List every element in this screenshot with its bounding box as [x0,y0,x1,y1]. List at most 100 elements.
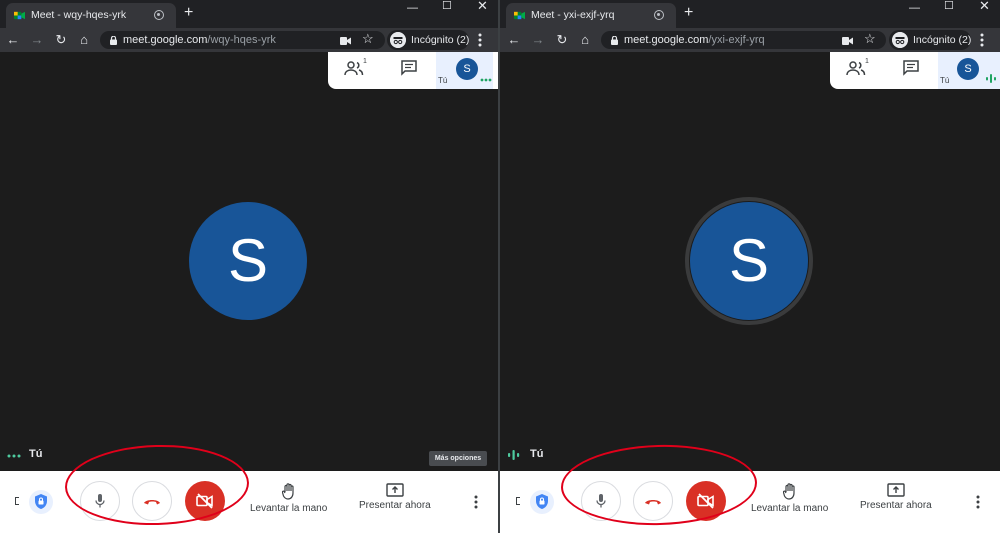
tab-strip: Meet - wqy-hqes-yrk + — ☐ ✕ [0,0,498,28]
tab-recording-icon[interactable] [154,10,164,20]
tab-recording-icon[interactable] [654,10,664,20]
self-avatar: S [456,58,478,80]
home-icon[interactable]: ⌂ [76,32,92,48]
self-tile[interactable]: S Tú [938,52,1000,89]
meeting-panel: 1 S Tú [328,52,498,89]
url-path: /yxi-exjf-yrq [708,34,765,46]
new-tab-icon[interactable]: + [684,5,693,21]
url-path: /wqy-hqes-yrk [207,34,276,46]
present-button[interactable]: Presentar ahora [860,483,932,511]
self-video-label: Tú [29,448,43,460]
url-text: meet.google.com/yxi-exjf-yrq [624,34,765,46]
lock-icon [110,36,117,45]
raise-hand-icon [782,483,795,500]
new-tab-icon[interactable]: + [184,5,193,21]
lock-icon [611,36,618,45]
browser-toolbar: ← → ↻ ⌂ meet.google.com/wqy-hqes-yrk ☆ I… [0,28,498,52]
browser-toolbar: ← → ↻ ⌂ meet.google.com/yxi-exjf-yrq ☆ I… [500,28,1000,52]
browser-window-right: Meet - yxi-exjf-yrq + — ☐ ✕ ← → ↻ ⌂ meet… [500,0,1000,533]
incognito-indicator[interactable]: Incógnito (2) [889,30,971,50]
participant-avatar: S [189,202,307,320]
chat-button[interactable] [902,60,926,80]
camera-icon[interactable] [842,37,853,45]
chat-icon [903,60,919,76]
chat-icon [401,60,417,76]
present-label: Presentar ahora [359,500,431,511]
reload-icon[interactable]: ↻ [554,32,570,48]
raise-hand-button[interactable]: Levantar la mano [751,483,828,514]
participants-button[interactable]: 1 [846,58,870,80]
browser-tab[interactable]: Meet - wqy-hqes-yrk [6,3,176,28]
star-icon[interactable]: ☆ [864,31,876,47]
people-icon [846,61,866,76]
raise-hand-icon [281,483,294,500]
meet-logo-icon [514,11,525,20]
reload-icon[interactable]: ↻ [53,32,69,48]
forward-icon[interactable]: → [29,32,45,48]
tab-title: Meet - wqy-hqes-yrk [31,9,127,21]
close-window-icon[interactable]: ✕ [979,0,990,12]
tab-strip: Meet - yxi-exjf-yrq + — ☐ ✕ [500,0,1000,28]
raise-hand-label: Levantar la mano [751,503,829,514]
audio-dots-icon [480,78,492,82]
shield-icon [35,494,47,509]
maximize-icon[interactable]: ☐ [944,0,954,12]
browser-window-left: Meet - wqy-hqes-yrk + — ☐ ✕ ← → ↻ ⌂ meet… [0,0,498,533]
maximize-icon[interactable]: ☐ [442,0,452,12]
home-icon[interactable]: ⌂ [577,32,593,48]
tab-title: Meet - yxi-exjf-yrq [531,9,615,21]
screen: Meet - wqy-hqes-yrk + — ☐ ✕ ← → ↻ ⌂ meet… [0,0,1000,533]
video-area: S Tú [500,52,1000,471]
people-icon [344,61,364,76]
participant-avatar: S [690,202,808,320]
incognito-icon [892,32,908,48]
present-icon [386,483,404,497]
self-panel-label: Tú [438,76,448,85]
participants-count: 1 [363,58,367,65]
self-avatar: S [957,58,979,80]
incognito-icon [390,32,406,48]
close-window-icon[interactable]: ✕ [477,0,488,12]
self-video-label: Tú [530,448,544,460]
self-panel-label: Tú [940,76,950,85]
raise-hand-label: Levantar la mano [250,503,328,514]
shield-icon [536,494,548,509]
browser-menu-icon[interactable] [980,33,984,47]
url-text: meet.google.com/wqy-hqes-yrk [123,34,276,46]
meeting-details-icon[interactable] [516,497,520,505]
star-icon[interactable]: ☆ [362,31,374,47]
back-icon[interactable]: ← [506,32,522,48]
url-host: meet.google.com [624,34,709,46]
participants-count: 1 [865,58,869,65]
forward-icon[interactable]: → [530,32,546,48]
more-options-icon[interactable] [976,495,980,509]
self-tile[interactable]: S Tú [436,52,493,89]
audio-level-icon [508,450,520,460]
present-label: Presentar ahora [860,500,932,511]
more-options-icon[interactable] [474,495,478,509]
audio-dots-icon [7,454,21,458]
meeting-panel: 1 S Tú [830,52,1000,89]
participants-button[interactable]: 1 [344,58,368,80]
camera-icon[interactable] [340,37,351,45]
present-button[interactable]: Presentar ahora [359,483,431,511]
browser-tab[interactable]: Meet - yxi-exjf-yrq [506,3,676,28]
incognito-indicator[interactable]: Incógnito (2) [387,30,469,50]
url-host: meet.google.com [123,34,208,46]
meet-logo-icon [14,11,25,20]
more-options-tooltip: Más opciones [429,451,487,466]
incognito-label: Incógnito (2) [411,34,470,46]
shield-button[interactable] [530,490,554,514]
minimize-icon[interactable]: — [909,2,920,14]
minimize-icon[interactable]: — [407,2,418,14]
chat-button[interactable] [400,60,424,80]
present-icon [887,483,905,497]
shield-button[interactable] [29,490,53,514]
incognito-label: Incógnito (2) [913,34,972,46]
browser-menu-icon[interactable] [478,33,482,47]
meeting-details-icon[interactable] [15,497,19,505]
audio-level-icon [986,74,996,83]
back-icon[interactable]: ← [5,32,21,48]
video-area: S Tú Más opciones [0,52,498,471]
raise-hand-button[interactable]: Levantar la mano [250,483,327,514]
